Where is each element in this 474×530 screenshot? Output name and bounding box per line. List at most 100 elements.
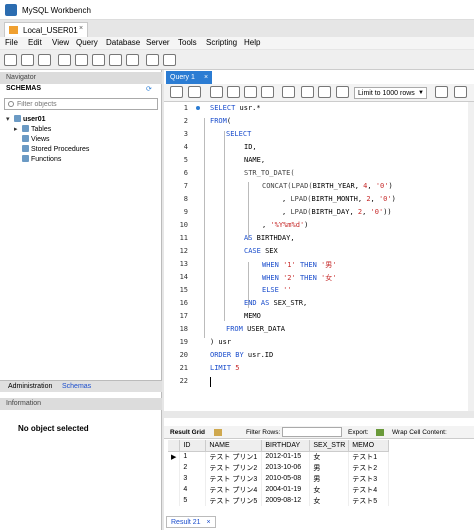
filter-objects-input[interactable] — [17, 99, 155, 109]
cell[interactable]: 2012-01-15 — [261, 451, 311, 462]
tree-item-tables[interactable]: ▸ Tables — [14, 125, 51, 133]
cell[interactable]: テスト4 — [348, 484, 390, 495]
search-table-data-icon[interactable] — [146, 54, 159, 66]
explain-icon[interactable] — [244, 86, 257, 98]
tab-query-1[interactable]: Query 1 × — [166, 71, 212, 84]
cell[interactable]: テスト プリン5 — [205, 495, 263, 506]
editor-horizontal-scrollbar[interactable] — [164, 411, 474, 418]
menu-edit[interactable]: Edit — [28, 38, 42, 47]
menu-file[interactable]: File — [5, 38, 18, 47]
close-icon[interactable]: × — [79, 25, 83, 32]
connection-tab-bar: Local_USER01 × — [0, 20, 474, 37]
cell[interactable]: 2009-08-12 — [261, 495, 311, 506]
table-row[interactable]: ▶ 1 テスト プリン1 2012-01-15 女テスト1 — [168, 451, 390, 462]
result-grid-label[interactable]: Result Grid — [170, 429, 205, 436]
toggle-error-icon[interactable] — [282, 86, 295, 98]
cell[interactable]: 女 — [309, 451, 350, 462]
execute-lightning-icon[interactable] — [210, 86, 223, 98]
menu-server[interactable]: Server — [146, 38, 170, 47]
tree-item-functions[interactable]: Functions — [14, 155, 61, 163]
filter-objects-field[interactable] — [4, 98, 158, 110]
menu-tools[interactable]: Tools — [178, 38, 197, 47]
grid-icon[interactable] — [214, 429, 222, 436]
cell[interactable]: テスト5 — [348, 495, 390, 506]
open-folder-icon[interactable] — [170, 86, 183, 98]
schema-inspector-icon[interactable] — [38, 54, 51, 66]
stop-icon[interactable] — [261, 86, 274, 98]
cell[interactable]: 男 — [309, 462, 350, 473]
cell[interactable]: 女 — [309, 495, 350, 506]
column-header-birthday[interactable]: BIRTHDAY — [261, 440, 311, 452]
limit-rows-select[interactable]: Limit to 1000 rows ▼ — [354, 87, 427, 99]
export-icon[interactable] — [376, 429, 384, 436]
table-row[interactable]: 2 テスト プリン2 2013-10-06 男テスト2 — [168, 462, 390, 473]
line-number: 22 — [179, 377, 188, 385]
menu-query[interactable]: Query — [76, 38, 98, 47]
column-header-memo[interactable]: MEMO — [348, 440, 390, 452]
cell[interactable]: テスト3 — [348, 473, 390, 484]
create-table-icon[interactable] — [75, 54, 88, 66]
tab-schemas[interactable]: Schemas — [62, 383, 91, 390]
cell[interactable]: テスト プリン4 — [205, 484, 263, 495]
cell[interactable]: テスト プリン3 — [205, 473, 263, 484]
beautify-icon[interactable] — [454, 86, 467, 98]
cell[interactable]: 2010-05-08 — [261, 473, 311, 484]
code-line-15: ELSE '' — [262, 286, 292, 294]
create-schema-icon[interactable] — [58, 54, 71, 66]
commit-icon[interactable] — [301, 86, 314, 98]
cell[interactable]: 女 — [309, 484, 350, 495]
table-row[interactable]: 3 テスト プリン3 2010-05-08 男テスト3 — [168, 473, 390, 484]
column-header-id[interactable]: ID — [179, 440, 207, 452]
filter-rows-input[interactable] — [282, 427, 342, 437]
cell[interactable]: 2 — [179, 462, 207, 473]
reconnect-icon[interactable] — [163, 54, 176, 66]
tab-result-21[interactable]: Result 21 × — [166, 516, 216, 528]
query-panel: Query 1 × Limit to 1000 rows ▼ 1 2 3 4 5 … — [164, 70, 474, 530]
tree-item-stored-procedures[interactable]: Stored Procedures — [14, 145, 89, 153]
cell[interactable]: テスト1 — [348, 451, 390, 462]
cell[interactable]: 2004-01-19 — [261, 484, 311, 495]
menu-database[interactable]: Database — [106, 38, 140, 47]
menu-help[interactable]: Help — [244, 38, 260, 47]
cell[interactable]: 2013-10-06 — [261, 462, 311, 473]
cell[interactable]: テスト2 — [348, 462, 390, 473]
column-header-sex-str[interactable]: SEX_STR — [309, 440, 350, 452]
tree-item-views[interactable]: Views — [14, 135, 50, 143]
expand-right-icon[interactable]: ▸ — [14, 125, 22, 133]
cell[interactable]: 4 — [179, 484, 207, 495]
connection-tab[interactable]: Local_USER01 × — [4, 22, 88, 37]
cell[interactable]: 5 — [179, 495, 207, 506]
refresh-icon[interactable]: ⟳ — [146, 85, 152, 93]
cell[interactable]: 1 — [179, 451, 207, 462]
menu-scripting[interactable]: Scripting — [206, 38, 237, 47]
table-row[interactable]: 4 テスト プリン4 2004-01-19 女テスト4 — [168, 484, 390, 495]
cell[interactable]: 3 — [179, 473, 207, 484]
menu-view[interactable]: View — [52, 38, 69, 47]
open-sql-script-icon[interactable] — [21, 54, 34, 66]
save-icon[interactable] — [188, 86, 201, 98]
new-sql-tab-icon[interactable] — [4, 54, 17, 66]
create-procedure-icon[interactable] — [109, 54, 122, 66]
create-function-icon[interactable] — [126, 54, 139, 66]
close-icon[interactable]: × — [204, 71, 208, 84]
tab-administration[interactable]: Administration — [8, 383, 52, 390]
close-icon[interactable]: × — [207, 519, 211, 526]
cell[interactable]: 男 — [309, 473, 350, 484]
expand-down-icon[interactable]: ▾ — [6, 115, 14, 123]
code-line-8: , LPAD(BIRTH_MONTH, 2, '0') — [282, 195, 396, 203]
cell[interactable]: テスト プリン1 — [205, 451, 263, 462]
result-tab-label: Result 21 — [171, 519, 201, 526]
create-view-icon[interactable] — [92, 54, 105, 66]
sql-editor[interactable]: 1 2 3 4 5 6 7 8 9 10 11 12 13 14 15 16 1… — [164, 102, 474, 414]
execute-current-icon[interactable] — [227, 86, 240, 98]
schema-tree-item[interactable]: ▾ user01 — [6, 115, 46, 123]
autocommit-icon[interactable] — [336, 86, 349, 98]
cell[interactable]: テスト プリン2 — [205, 462, 263, 473]
navigator-lower-tabs: Administration Schemas — [0, 380, 162, 392]
column-header-name[interactable]: NAME — [205, 440, 263, 452]
no-object-selected-text: No object selected — [18, 424, 89, 433]
editor-vertical-scrollbar[interactable] — [468, 102, 474, 414]
rollback-icon[interactable] — [318, 86, 331, 98]
table-row[interactable]: 5 テスト プリン5 2009-08-12 女テスト5 — [168, 495, 390, 506]
favorite-star-icon[interactable] — [435, 86, 448, 98]
